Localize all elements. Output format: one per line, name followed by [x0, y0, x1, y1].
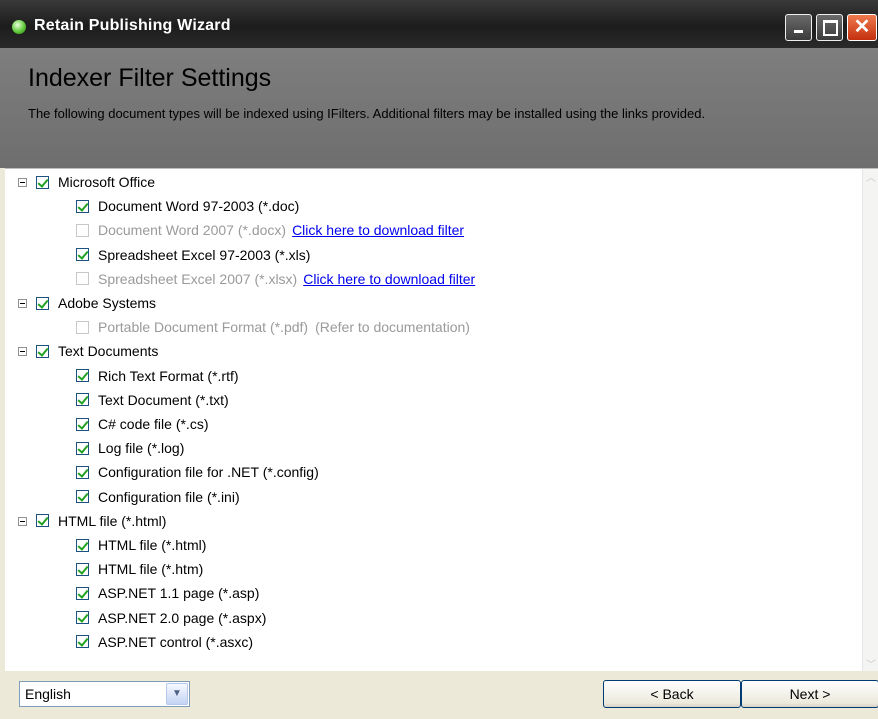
tree-item-row[interactable]: ASP.NET 2.0 page (*.aspx)	[76, 606, 266, 630]
item-checkbox[interactable]	[76, 465, 89, 479]
item-checkbox[interactable]	[76, 199, 89, 213]
item-label: HTML file (*.htm)	[98, 561, 204, 578]
page-title: Indexer Filter Settings	[28, 64, 272, 92]
minimize-button[interactable]	[785, 14, 812, 41]
collapse-toggle-icon[interactable]	[18, 299, 27, 308]
dropdown-arrow-icon[interactable]: ▼	[166, 683, 188, 705]
item-note: (Refer to documentation)	[315, 319, 470, 336]
item-checkbox[interactable]	[76, 441, 89, 455]
tree-item-row[interactable]: Spreadsheet Excel 97-2003 (*.xls)	[76, 243, 310, 267]
language-value: English	[25, 686, 71, 702]
item-label: Text Document (*.txt)	[98, 391, 229, 408]
tree-group-row[interactable]: Adobe Systems	[36, 291, 156, 315]
item-checkbox[interactable]	[76, 611, 89, 625]
title-bar[interactable]: Retain Publishing Wizard ✕	[0, 0, 878, 48]
tree-item-row[interactable]: Configuration file (*.ini)	[76, 485, 240, 509]
item-checkbox[interactable]	[76, 490, 89, 504]
tree-item-row[interactable]: Log file (*.log)	[76, 436, 184, 460]
scroll-up-button[interactable]: ︿	[863, 169, 878, 185]
tree-item-row[interactable]: Text Document (*.txt)	[76, 388, 229, 412]
close-button[interactable]: ✕	[847, 14, 877, 41]
item-label: C# code file (*.cs)	[98, 416, 209, 432]
tree-item-row[interactable]: Spreadsheet Excel 2007 (*.xlsx) Click her…	[76, 267, 475, 291]
item-label: ASP.NET control (*.asxc)	[98, 633, 254, 650]
item-checkbox[interactable]	[76, 369, 89, 383]
language-select[interactable]: English ▼	[19, 681, 190, 707]
item-checkbox[interactable]	[76, 538, 89, 552]
item-label: Document Word 2007 (*.docx)	[98, 222, 287, 239]
tree-group-row[interactable]: Microsoft Office	[36, 170, 155, 194]
item-checkbox	[76, 223, 89, 237]
item-label: Spreadsheet Excel 97-2003 (*.xls)	[98, 246, 311, 263]
item-label: Log file (*.log)	[98, 440, 185, 457]
group-label: Microsoft Office	[58, 174, 155, 190]
maximize-icon	[823, 20, 838, 36]
item-label: Configuration file for .NET (*.config)	[98, 464, 319, 481]
tree-item-row[interactable]: Document Word 2007 (*.docx) Click here to…	[76, 218, 464, 242]
collapse-toggle-icon[interactable]	[18, 347, 27, 357]
tree-group-row[interactable]: HTML file (*.html)	[36, 509, 166, 533]
group-checkbox[interactable]	[36, 514, 49, 528]
group-checkbox[interactable]	[36, 344, 49, 358]
app-icon	[12, 20, 26, 34]
scroll-down-button[interactable]: ﹀	[863, 656, 878, 672]
download-filter-link[interactable]: Click here to download filter	[292, 222, 464, 238]
group-label: Adobe Systems	[58, 295, 157, 311]
tree-item-row[interactable]: ASP.NET control (*.asxc)	[76, 630, 253, 654]
item-checkbox[interactable]	[76, 562, 89, 576]
filter-tree-panel: Microsoft Office Document Word 97-2003 (*…	[5, 168, 878, 672]
group-label: Text Documents	[58, 343, 159, 360]
item-label: HTML file (*.html)	[98, 537, 207, 553]
tree-item-row[interactable]: HTML file (*.htm)	[76, 557, 203, 581]
next-button[interactable]: Next >	[741, 680, 878, 708]
item-checkbox[interactable]	[76, 586, 89, 600]
maximize-button[interactable]	[816, 14, 843, 41]
item-checkbox[interactable]	[76, 635, 89, 649]
item-checkbox[interactable]	[76, 417, 89, 431]
group-label: HTML file (*.html)	[58, 512, 167, 529]
item-checkbox	[76, 320, 89, 334]
item-label: Spreadsheet Excel 2007 (*.xlsx)	[98, 270, 298, 287]
chevron-down-icon: ﹀	[866, 660, 876, 671]
chevron-up-icon: ︿	[866, 173, 876, 184]
page-description: The following document types will be ind…	[28, 106, 706, 121]
item-label: ASP.NET 2.0 page (*.aspx)	[98, 609, 267, 626]
item-checkbox[interactable]	[76, 248, 89, 262]
item-label: Document Word 97-2003 (*.doc)	[98, 198, 300, 215]
item-label: Configuration file (*.ini)	[98, 488, 240, 505]
item-label: Portable Document Format (*.pdf)	[98, 319, 309, 336]
item-label: Rich Text Format (*.rtf)	[98, 367, 239, 384]
download-filter-link[interactable]: Click here to download filter	[303, 271, 475, 287]
item-checkbox	[76, 272, 89, 286]
minimize-icon	[794, 30, 803, 33]
collapse-toggle-icon[interactable]	[18, 178, 27, 187]
wizard-header: Indexer Filter Settings The following do…	[0, 48, 878, 168]
wizard-window: Retain Publishing Wizard ✕ Indexer Filte…	[0, 0, 878, 719]
group-checkbox[interactable]	[36, 296, 49, 310]
window-title: Retain Publishing Wizard	[34, 17, 231, 34]
vertical-scrollbar[interactable]: ︿ ﹀	[862, 169, 878, 672]
tree-item-row[interactable]: C# code file (*.cs)	[76, 412, 208, 436]
collapse-toggle-icon[interactable]	[18, 516, 27, 526]
tree-item-row[interactable]: Configuration file for .NET (*.config)	[76, 460, 319, 484]
wizard-footer: English ▼ < Back Next >	[0, 671, 878, 719]
item-label: ASP.NET 1.1 page (*.asp)	[98, 585, 260, 602]
item-checkbox[interactable]	[76, 393, 89, 407]
back-button[interactable]: < Back	[603, 680, 741, 708]
tree-item-row[interactable]: HTML file (*.html)	[76, 533, 206, 557]
filter-tree: Microsoft Office Document Word 97-2003 (*…	[5, 169, 862, 672]
tree-item-row[interactable]: Portable Document Format (*.pdf) (Refer t…	[76, 315, 470, 339]
close-icon: ✕	[853, 16, 871, 38]
tree-group-row[interactable]: Text Documents	[36, 339, 158, 363]
tree-item-row[interactable]: ASP.NET 1.1 page (*.asp)	[76, 581, 259, 605]
tree-item-row[interactable]: Rich Text Format (*.rtf)	[76, 364, 239, 388]
group-checkbox[interactable]	[36, 175, 49, 189]
tree-item-row[interactable]: Document Word 97-2003 (*.doc)	[76, 194, 299, 218]
